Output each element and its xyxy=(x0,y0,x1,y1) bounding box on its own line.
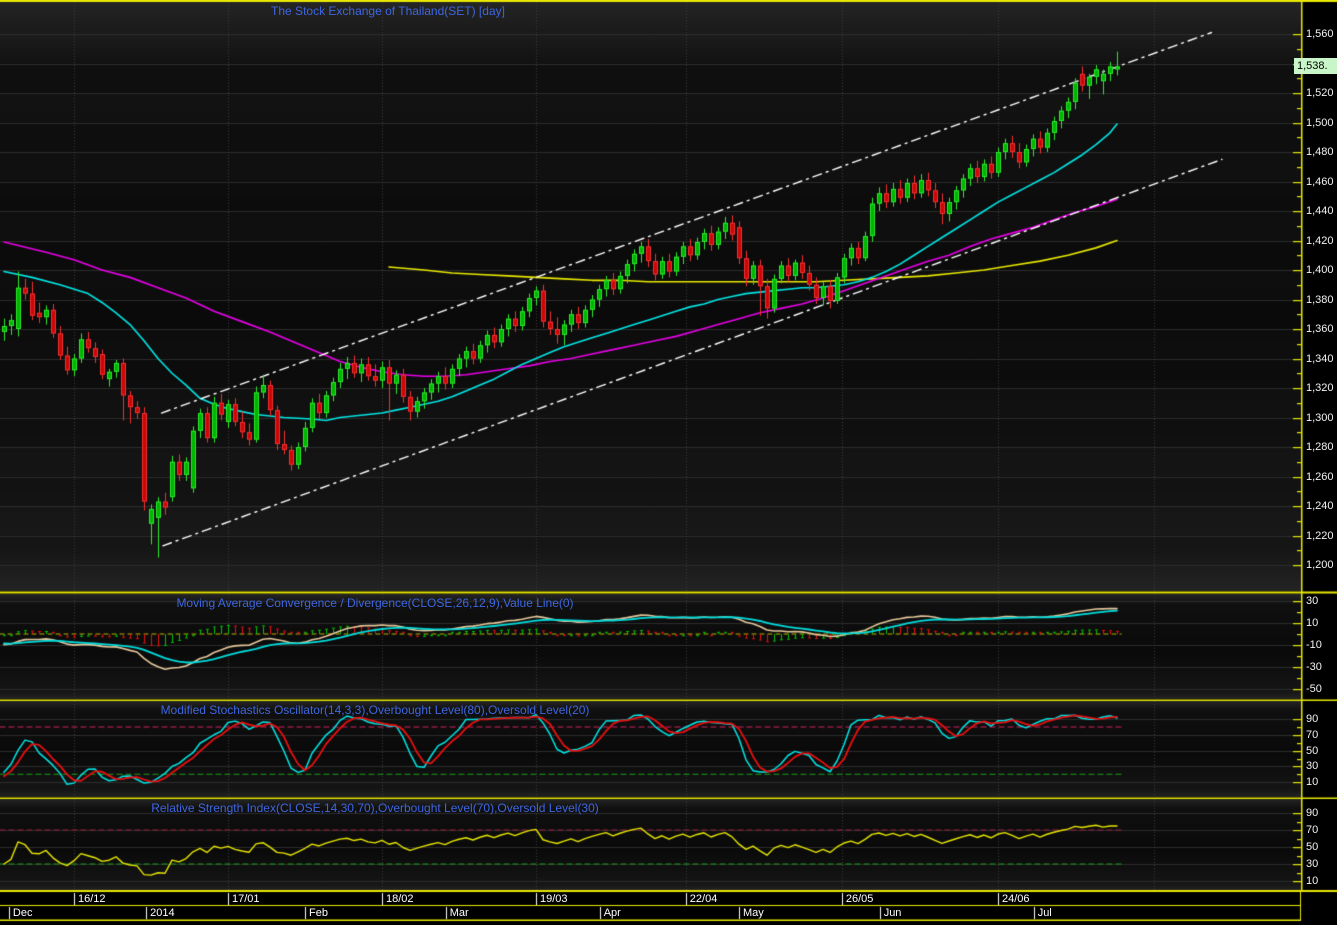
month-label: Dec xyxy=(12,907,33,919)
week-label: 26/05 xyxy=(845,893,874,905)
price-tick-label: 1,440 xyxy=(1306,205,1334,217)
last-price-badge: 1,538. xyxy=(1294,58,1337,75)
macd-tick-label: -30 xyxy=(1306,661,1322,673)
stoch-tick-label: 90 xyxy=(1306,713,1319,726)
charting-app-window: The Stock Exchange of Thailand(SET) [day… xyxy=(0,0,1337,925)
week-label: 18/02 xyxy=(386,893,414,905)
stoch-tick-label: 10 xyxy=(1306,776,1319,789)
price-tick-label: 1,480 xyxy=(1306,146,1334,158)
price-tick-label: 1,360 xyxy=(1306,323,1334,335)
price-tick-label: 1,240 xyxy=(1306,500,1334,512)
macd-tick-label: 30 xyxy=(1306,595,1319,607)
week-label: 17/01 xyxy=(232,893,260,905)
rsi-tick-label: 10 xyxy=(1306,875,1319,887)
week-label: 22/04 xyxy=(689,893,718,905)
month-label: 2014 xyxy=(150,907,175,919)
stoch-tick-label: 50 xyxy=(1306,744,1319,757)
price-tick-label: 1,220 xyxy=(1306,529,1334,542)
macd-tick-label: -50 xyxy=(1306,683,1322,695)
rsi-tick-label: 90 xyxy=(1306,807,1319,819)
price-tick-label: 1,460 xyxy=(1306,175,1334,188)
macd-panel-title: Moving Average Convergence / Divergence(… xyxy=(176,596,574,610)
price-tick-label: 1,560 xyxy=(1306,28,1334,40)
price-tick-label: 1,400 xyxy=(1306,264,1334,276)
price-tick-label: 1,420 xyxy=(1306,234,1334,247)
price-tick-label: 1,300 xyxy=(1306,411,1334,424)
week-label: 16/12 xyxy=(78,893,106,905)
macd-tick-label: 10 xyxy=(1306,617,1319,629)
price-tick-label: 1,500 xyxy=(1306,116,1334,129)
rsi-tick-label: 70 xyxy=(1306,824,1319,836)
stoch-tick-label: 70 xyxy=(1306,728,1319,741)
price-tick-label: 1,320 xyxy=(1306,382,1334,394)
main-chart-title: The Stock Exchange of Thailand(SET) [day… xyxy=(271,4,505,18)
month-label: Mar xyxy=(449,907,469,919)
stoch-tick-label: 30 xyxy=(1306,760,1319,773)
price-tick-label: 1,520 xyxy=(1306,87,1334,99)
price-tick-label: 1,280 xyxy=(1306,441,1334,453)
rsi-panel-title: Relative Strength Index(CLOSE,14,30,70),… xyxy=(151,801,599,815)
week-label: 24/06 xyxy=(1002,893,1030,905)
month-label: May xyxy=(743,907,764,919)
month-label: Apr xyxy=(603,907,621,919)
month-label: Feb xyxy=(309,907,328,919)
stoch-panel-title: Modified Stochastics Oscillator(14,3,3),… xyxy=(160,703,590,717)
price-tick-label: 1,200 xyxy=(1306,559,1334,571)
month-label: Jul xyxy=(1037,907,1052,919)
month-label: Jun xyxy=(883,907,902,919)
rsi-tick-label: 30 xyxy=(1306,858,1319,870)
rsi-tick-label: 50 xyxy=(1306,841,1319,853)
price-tick-label: 1,380 xyxy=(1306,293,1334,306)
price-tick-label: 1,340 xyxy=(1306,352,1334,365)
week-label: 19/03 xyxy=(540,893,568,905)
chart-canvas[interactable] xyxy=(0,0,1337,925)
price-tick-label: 1,260 xyxy=(1306,470,1334,483)
macd-tick-label: -10 xyxy=(1306,639,1322,651)
